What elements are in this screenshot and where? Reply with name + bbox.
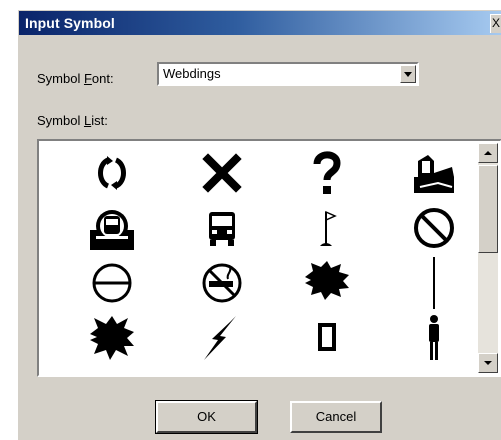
vertical-scrollbar[interactable]	[478, 143, 498, 373]
explosion-burst-icon	[305, 261, 349, 300]
title-bar[interactable]: Input Symbol X	[19, 11, 501, 35]
rectangle-outline-icon	[318, 323, 336, 351]
close-icon: X	[491, 16, 500, 30]
symbol-cell[interactable]	[86, 312, 138, 364]
symbol-font-label: Symbol Font:	[37, 71, 114, 86]
hand-ticket-icon	[414, 155, 454, 193]
subway-train-icon	[90, 210, 134, 250]
symbol-list[interactable]	[37, 139, 501, 377]
explosion-burst-icon	[90, 316, 134, 360]
symbol-cell[interactable]	[196, 312, 248, 364]
no-entry-icon	[92, 263, 132, 303]
symbol-cell[interactable]	[408, 147, 460, 199]
symbol-cell[interactable]	[196, 202, 248, 254]
scroll-thumb[interactable]	[478, 165, 498, 253]
input-symbol-dialog: Input Symbol X Symbol Font: Webdings Sym…	[17, 9, 501, 440]
cancel-button[interactable]: Cancel	[290, 401, 382, 433]
symbol-cell[interactable]	[408, 202, 460, 254]
symbol-list-label: Symbol List:	[37, 113, 108, 128]
vertical-line-icon	[433, 257, 435, 309]
symbol-cell[interactable]	[196, 147, 248, 199]
arrow-down-icon	[484, 361, 492, 365]
man-figure-icon	[429, 315, 439, 360]
prohibited-icon	[414, 208, 454, 248]
x-mark-icon	[202, 153, 242, 193]
golf-flag-icon	[320, 210, 337, 246]
symbol-cell[interactable]	[408, 257, 460, 309]
question-mark-icon	[313, 151, 341, 194]
scroll-down-button[interactable]	[478, 353, 498, 373]
symbol-font-value: Webdings	[163, 66, 221, 81]
close-button[interactable]: X	[490, 14, 501, 33]
arrow-up-icon	[484, 151, 492, 155]
bus-icon	[209, 212, 235, 246]
symbol-cell[interactable]	[86, 202, 138, 254]
symbol-cell[interactable]	[301, 312, 353, 364]
no-smoking-icon	[202, 263, 242, 303]
scroll-up-button[interactable]	[478, 143, 498, 163]
chevron-down-icon	[404, 72, 412, 77]
dropdown-arrow-button[interactable]	[400, 65, 416, 83]
ok-button[interactable]: OK	[155, 400, 258, 434]
symbol-cell[interactable]	[86, 257, 138, 309]
symbol-cell[interactable]	[86, 147, 138, 199]
symbol-cell[interactable]	[301, 257, 353, 309]
symbol-font-dropdown[interactable]: Webdings	[157, 62, 419, 86]
lightning-bolt-icon	[204, 316, 236, 360]
symbol-cell[interactable]	[196, 257, 248, 309]
symbol-cell[interactable]	[408, 312, 460, 364]
dialog-title: Input Symbol	[25, 15, 115, 31]
circular-arrows-icon	[98, 156, 126, 190]
symbol-cell[interactable]	[301, 202, 353, 254]
symbol-cell[interactable]	[301, 147, 353, 199]
